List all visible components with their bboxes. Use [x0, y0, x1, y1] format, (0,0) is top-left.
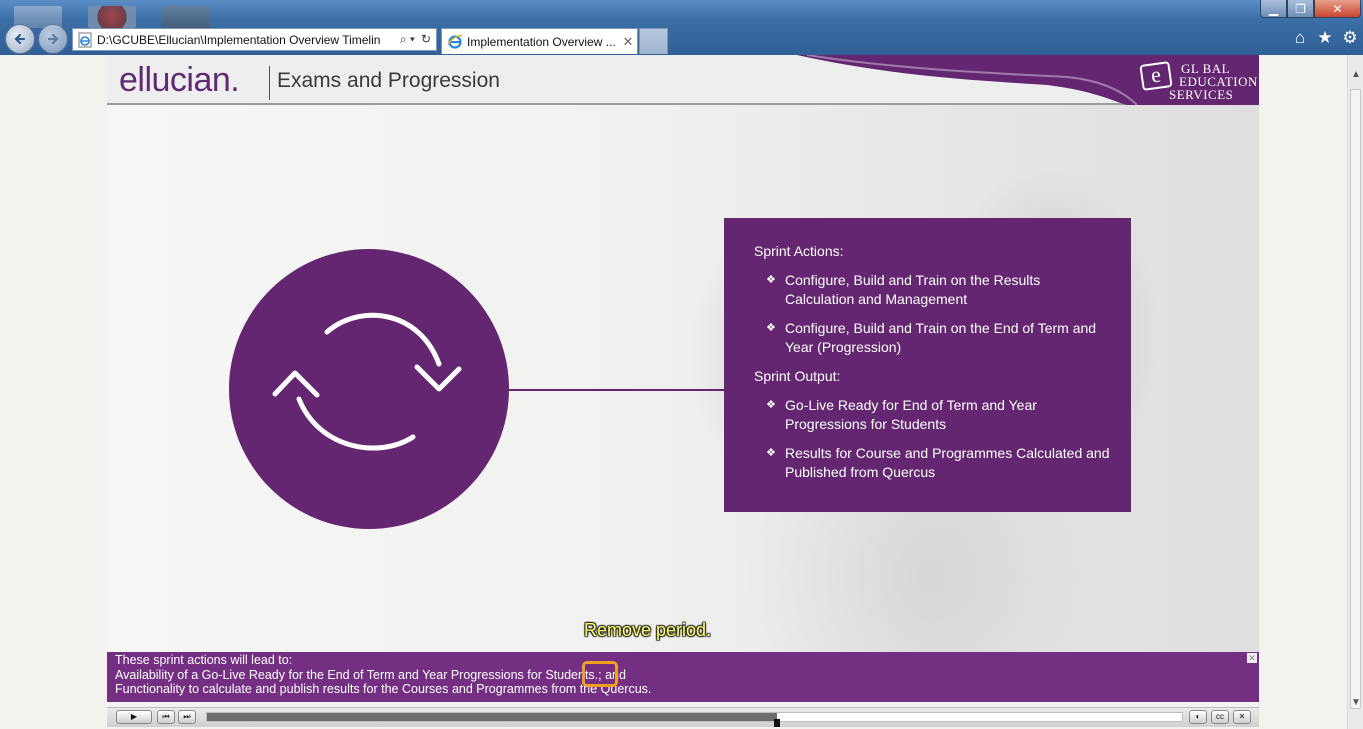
new-tab-button[interactable] — [639, 28, 668, 54]
player-controls: ▶ ⏮ ⏭ ◐ cc ✕ — [107, 707, 1259, 727]
connector-line — [509, 389, 724, 391]
bullet-icon: ❖ — [766, 274, 776, 286]
next-slide-button[interactable]: ⏭ — [178, 710, 196, 724]
slide: ellucian. Exams and Progression e GL BAL… — [107, 55, 1259, 707]
browser-chrome: D:\GCUBE\Ellucian\Implementation Overvie… — [0, 0, 1363, 55]
ges-line-3: SERVICES — [1169, 87, 1234, 102]
sprint-output-text: Go-Live Ready for End of Term and Year P… — [785, 397, 1037, 432]
sprint-info-box: Sprint Actions: ❖ Configure, Build and T… — [724, 218, 1131, 512]
tab-implementation-overview[interactable]: Implementation Overview ... ✕ — [441, 28, 638, 54]
scroll-thumb[interactable] — [1350, 89, 1361, 709]
ie-icon — [447, 34, 463, 49]
ellucian-logo: ellucian. — [119, 61, 240, 99]
captions-close-icon[interactable]: ✕ — [1247, 653, 1257, 663]
close-window-button[interactable]: ✕ — [1314, 0, 1361, 18]
address-bar[interactable]: D:\GCUBE\Ellucian\Implementation Overvie… — [72, 28, 437, 51]
bullet-icon: ❖ — [766, 322, 776, 334]
caption-line: These sprint actions will lead to: — [115, 653, 293, 667]
home-icon[interactable]: ⌂ — [1291, 29, 1309, 47]
close-player-button[interactable]: ✕ — [1233, 710, 1251, 724]
scroll-down-icon[interactable]: ▼ — [1348, 695, 1363, 711]
bullet-icon: ❖ — [766, 399, 776, 411]
sprint-output-text: Results for Course and Programmes Calcul… — [785, 445, 1110, 480]
seek-progress — [207, 713, 778, 721]
refresh-cycle-icon — [272, 312, 462, 451]
review-callout: Remove period. — [584, 620, 712, 640]
previous-slide-button[interactable]: ⏮ — [157, 710, 175, 724]
sprint-action-text: Configure, Build and Train on the Result… — [785, 272, 1041, 307]
volume-button[interactable]: ◐ — [1189, 710, 1207, 724]
tab-close-icon[interactable]: ✕ — [619, 34, 637, 50]
refresh-icon[interactable]: ↻ — [421, 32, 431, 47]
taskbar-thumbnail[interactable] — [88, 6, 136, 28]
address-text[interactable]: D:\GCUBE\Ellucian\Implementation Overvie… — [97, 33, 400, 47]
closed-captions-button[interactable]: cc — [1211, 710, 1229, 724]
caption-line: Availability of a Go-Live Ready for the … — [115, 667, 626, 682]
seek-bar[interactable] — [206, 712, 1183, 727]
vertical-scrollbar[interactable]: ▲ ▼ — [1347, 55, 1363, 729]
search-dropdown-icon[interactable]: ⌕ ▾ — [400, 32, 415, 47]
cycle-circle — [229, 249, 509, 529]
bullet-icon: ❖ — [766, 447, 776, 459]
favorites-icon[interactable]: ★ — [1316, 29, 1334, 47]
seek-handle[interactable] — [774, 719, 781, 727]
captions-bar: These sprint actions will lead to: Avail… — [107, 652, 1259, 702]
back-arrow-icon — [14, 33, 26, 45]
scroll-up-icon[interactable]: ▲ — [1348, 67, 1363, 83]
back-button[interactable] — [5, 24, 35, 54]
sprint-action-text: Configure, Build and Train on the End of… — [785, 320, 1097, 355]
list-item: ❖ Configure, Build and Train on the Resu… — [754, 271, 1111, 309]
taskbar-thumbnail[interactable] — [162, 6, 210, 28]
maximize-button[interactable]: ❐ — [1287, 0, 1314, 18]
forward-arrow-icon — [47, 33, 59, 45]
review-highlight-box — [582, 661, 618, 687]
list-item: ❖ Results for Course and Programmes Calc… — [754, 444, 1111, 482]
tab-title: Implementation Overview ... — [467, 34, 616, 49]
sprint-actions-heading: Sprint Actions: — [754, 243, 844, 259]
list-item: ❖ Configure, Build and Train on the End … — [754, 319, 1111, 357]
header-divider — [269, 66, 270, 100]
caption-line: Functionality to calculate and publish r… — [115, 682, 652, 696]
slide-title: Exams and Progression — [277, 69, 500, 92]
list-item: ❖ Go-Live Ready for End of Term and Year… — [754, 396, 1111, 434]
global-education-services-logo: e GL BAL EDUCATION SERVICES — [1135, 57, 1257, 103]
ges-mark: e — [1139, 61, 1173, 91]
tools-gear-icon[interactable]: ⚙ — [1341, 29, 1359, 47]
forward-button[interactable] — [38, 24, 68, 54]
slide-header: ellucian. Exams and Progression e GL BAL… — [107, 55, 1259, 105]
play-button[interactable]: ▶ — [116, 710, 152, 724]
minimize-button[interactable]: ▁ — [1260, 0, 1287, 18]
sprint-output-heading: Sprint Output: — [754, 368, 841, 384]
page-icon — [78, 32, 92, 47]
